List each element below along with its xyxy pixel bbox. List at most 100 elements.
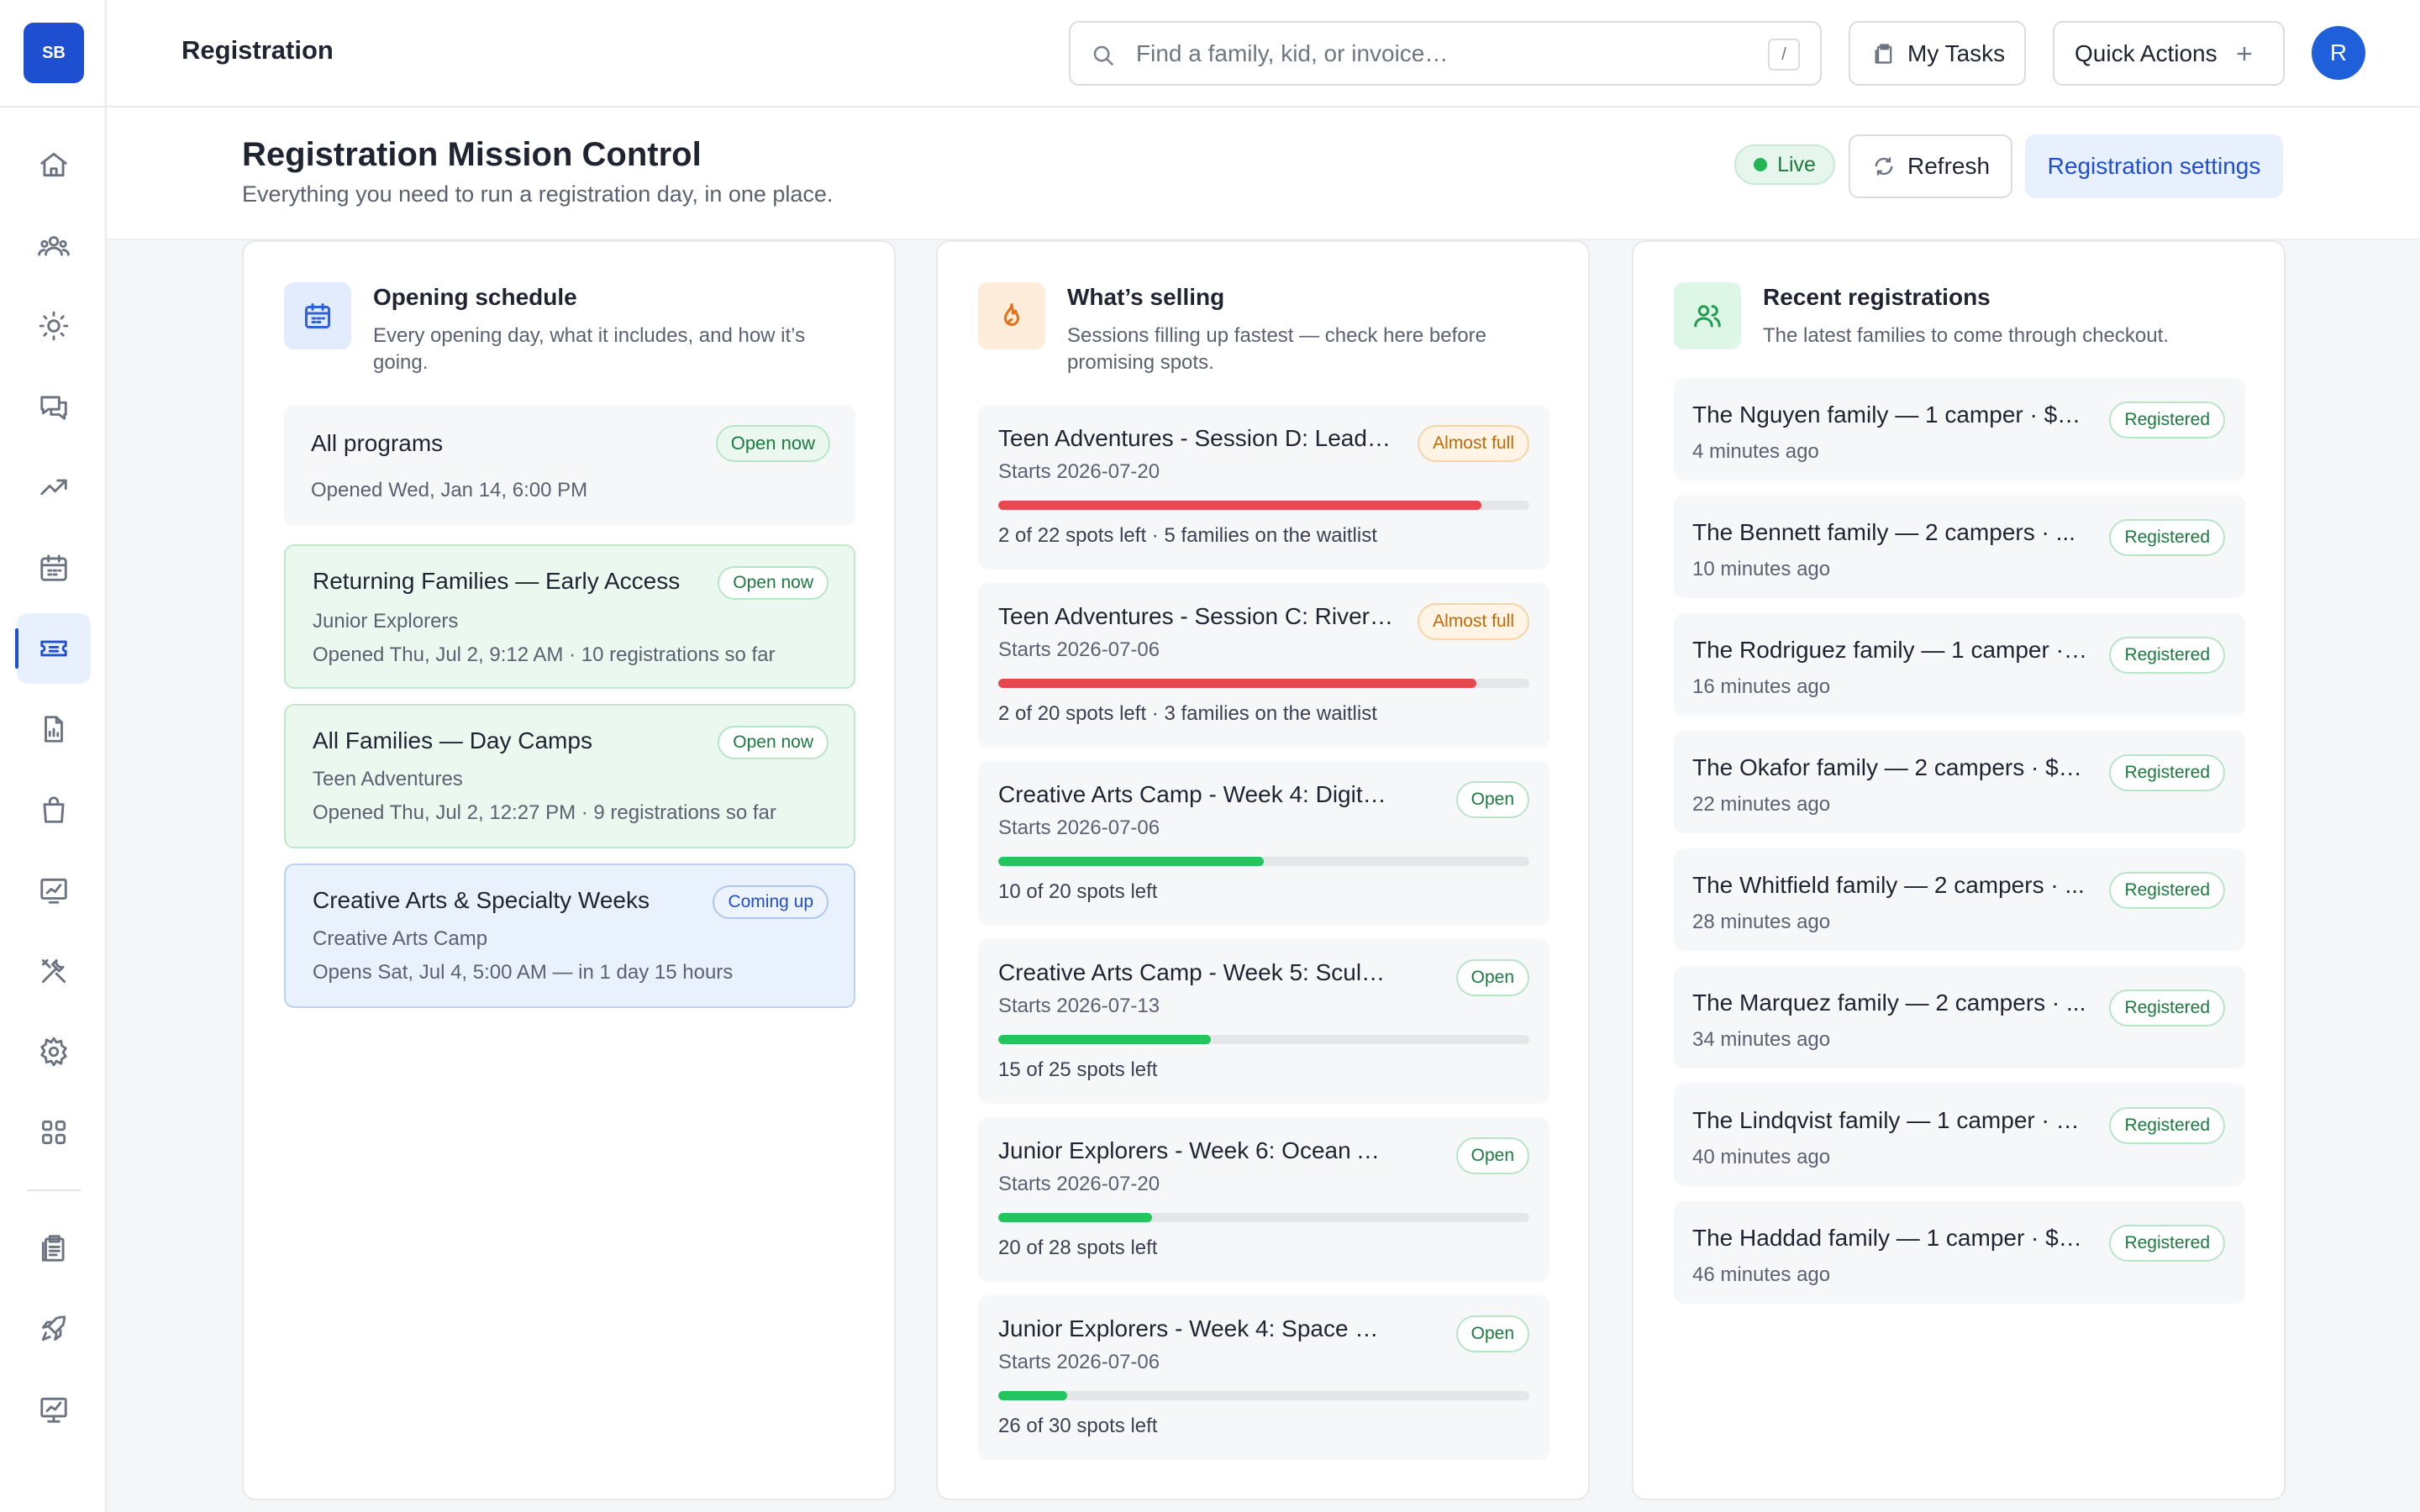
schedule-item-title: All Families — Day Camps bbox=[313, 727, 592, 753]
schedule-item-title: All programs bbox=[311, 430, 444, 456]
whats-selling-card: What’s selling Sessions filling up faste… bbox=[936, 240, 1590, 1500]
status-badge: Coming up bbox=[713, 885, 829, 919]
registration-title: The Lindqvist family — 1 camper · $... bbox=[1692, 1107, 2087, 1133]
session-start-date: Starts 2026-07-13 bbox=[998, 995, 1160, 1017]
registration-item[interactable]: The Marquez family — 2 campers · ... Regi… bbox=[1674, 966, 2245, 1068]
status-badge: Almost full bbox=[1418, 603, 1529, 640]
registration-title: The Rodriguez family — 1 camper · ... bbox=[1692, 637, 2087, 663]
capacity-bar bbox=[998, 501, 1529, 510]
sidebar-item-home[interactable] bbox=[17, 129, 91, 200]
schedule-item-detail: Opens Sat, Jul 4, 5:00 AM — in 1 day 15 … bbox=[313, 961, 734, 984]
registration-time: 46 minutes ago bbox=[1692, 1263, 1831, 1286]
my-tasks-button[interactable]: My Tasks bbox=[1849, 21, 2026, 86]
session-start-date: Starts 2026-07-20 bbox=[998, 1173, 1160, 1195]
session-item[interactable]: Junior Explorers - Week 6: Ocean Adventu… bbox=[978, 1117, 1549, 1282]
sidebar-item-apps[interactable] bbox=[17, 1097, 91, 1168]
card-subtitle: Every opening day, what it includes, and… bbox=[373, 324, 806, 374]
schedule-item[interactable]: All programs Open now Opened Wed, Jan 14… bbox=[284, 405, 855, 526]
registration-settings-button[interactable]: Registration settings bbox=[2025, 134, 2283, 198]
recent-registrations-card: Recent registrations The latest families… bbox=[1632, 240, 2286, 1500]
search-shortcut-hint: / bbox=[1768, 39, 1800, 71]
schedule-item-detail: Opened Thu, Jul 2, 12:27 PM · 9 registra… bbox=[313, 801, 776, 824]
schedule-item[interactable]: Creative Arts & Specialty Weeks Coming u… bbox=[284, 864, 855, 1008]
quick-actions-button[interactable]: Quick Actions bbox=[2053, 21, 2285, 86]
sidebar-item-tools[interactable] bbox=[17, 936, 91, 1006]
status-badge: Open bbox=[1455, 781, 1529, 818]
sidebar-item-reports[interactable] bbox=[17, 694, 91, 764]
session-title: Creative Arts Camp - Week 5: Sculpture S… bbox=[998, 959, 1393, 985]
session-item[interactable]: Teen Adventures - Session D: Leadership A… bbox=[978, 405, 1549, 570]
session-start-date: Starts 2026-07-06 bbox=[998, 638, 1160, 661]
sidebar-item-settings[interactable] bbox=[17, 1016, 91, 1087]
refresh-button[interactable]: Refresh bbox=[1849, 134, 2012, 198]
registration-item[interactable]: The Rodriguez family — 1 camper · ... Reg… bbox=[1674, 613, 2245, 716]
registration-item[interactable]: The Lindqvist family — 1 camper · $... Re… bbox=[1674, 1084, 2245, 1186]
registration-time: 16 minutes ago bbox=[1692, 675, 1831, 698]
user-avatar[interactable]: R bbox=[2312, 26, 2365, 80]
sidebar-item-registration[interactable] bbox=[15, 613, 91, 684]
session-start-date: Starts 2026-07-06 bbox=[998, 1351, 1160, 1373]
quick-actions-label: Quick Actions bbox=[2075, 39, 2217, 66]
ticket-icon bbox=[40, 640, 67, 657]
capacity-bar-fill bbox=[998, 1391, 1068, 1400]
sidebar-item-launch[interactable] bbox=[17, 1294, 91, 1364]
bag-icon bbox=[43, 796, 65, 823]
sidebar-item-analytics[interactable] bbox=[17, 855, 91, 926]
registration-title: The Whitfield family — 2 campers · ... bbox=[1692, 872, 2085, 898]
registration-item[interactable]: The Whitfield family — 2 campers · ... Re… bbox=[1674, 848, 2245, 951]
status-badge: Open now bbox=[718, 726, 829, 759]
my-tasks-label: My Tasks bbox=[1907, 39, 2006, 66]
sidebar-item-trends[interactable] bbox=[17, 452, 91, 522]
flame-icon bbox=[978, 282, 1045, 349]
schedule-item-detail: Opened Thu, Jul 2, 9:12 AM · 10 registra… bbox=[313, 643, 776, 666]
schedule-item[interactable]: All Families — Day Camps Open now Teen A… bbox=[284, 704, 855, 848]
messages-icon bbox=[40, 396, 67, 420]
sidebar-item-messages[interactable] bbox=[17, 371, 91, 442]
registration-time: 4 minutes ago bbox=[1692, 440, 1819, 463]
session-item[interactable]: Junior Explorers - Week 4: Space Explora… bbox=[978, 1295, 1549, 1460]
session-start-date: Starts 2026-07-20 bbox=[998, 460, 1160, 483]
page-subtitle: Everything you need to run a registratio… bbox=[242, 181, 834, 207]
spots-left: 10 of 20 spots left bbox=[998, 880, 1158, 903]
report-icon bbox=[45, 716, 63, 743]
spots-left: 20 of 28 spots left bbox=[998, 1236, 1158, 1259]
registration-item[interactable]: The Haddad family — 1 camper · $5... Regi… bbox=[1674, 1201, 2245, 1304]
registration-item[interactable]: The Nguyen family — 1 camper · $2... Regi… bbox=[1674, 378, 2245, 480]
sidebar-item-tasks[interactable] bbox=[17, 1213, 91, 1284]
status-badge: Open now bbox=[715, 425, 830, 462]
divider bbox=[0, 106, 107, 108]
sidebar-item-store[interactable] bbox=[17, 774, 91, 845]
registration-time: 40 minutes ago bbox=[1692, 1146, 1831, 1168]
users-icon bbox=[1674, 282, 1741, 349]
page-header: Registration Mission Control Everything … bbox=[107, 108, 2420, 240]
trending-icon bbox=[40, 479, 67, 496]
session-item[interactable]: Teen Adventures - Session C: River Rafti… bbox=[978, 583, 1549, 748]
registration-item[interactable]: The Bennett family — 2 campers · ... Regi… bbox=[1674, 496, 2245, 598]
card-title: Opening schedule bbox=[373, 284, 577, 310]
card-subtitle: Sessions filling up fastest — check here… bbox=[1067, 324, 1486, 374]
calendar-icon bbox=[40, 554, 67, 581]
sidebar-item-insights[interactable] bbox=[17, 1374, 91, 1445]
clipboard-icon bbox=[1875, 43, 1892, 64]
analytics-icon bbox=[40, 878, 67, 904]
status-badge: Open bbox=[1455, 959, 1529, 996]
status-badge: Registered bbox=[2109, 754, 2225, 791]
registration-title: The Haddad family — 1 camper · $5... bbox=[1692, 1225, 2087, 1251]
gear-icon bbox=[40, 1037, 67, 1067]
app-logo[interactable]: SB bbox=[24, 23, 84, 83]
sidebar-item-families[interactable] bbox=[17, 210, 91, 281]
search-input[interactable] bbox=[1136, 36, 1724, 71]
registration-item[interactable]: The Okafor family — 2 campers · $1... Reg… bbox=[1674, 731, 2245, 833]
search-box[interactable]: / bbox=[1069, 21, 1822, 86]
opening-schedule-card: Opening schedule Every opening day, what… bbox=[242, 240, 896, 1500]
status-badge: Registered bbox=[2109, 872, 2225, 909]
live-status-badge: Live bbox=[1734, 144, 1835, 185]
schedule-item[interactable]: Returning Families — Early Access Open n… bbox=[284, 544, 855, 689]
session-item[interactable]: Creative Arts Camp - Week 4: Digital Art… bbox=[978, 761, 1549, 926]
sidebar-item-sun[interactable] bbox=[17, 291, 91, 361]
sun-icon bbox=[39, 311, 69, 341]
capacity-bar bbox=[998, 1213, 1529, 1222]
sidebar-item-calendar[interactable] bbox=[17, 533, 91, 603]
status-badge: Registered bbox=[2109, 1225, 2225, 1262]
session-item[interactable]: Creative Arts Camp - Week 5: Sculpture S… bbox=[978, 939, 1549, 1104]
